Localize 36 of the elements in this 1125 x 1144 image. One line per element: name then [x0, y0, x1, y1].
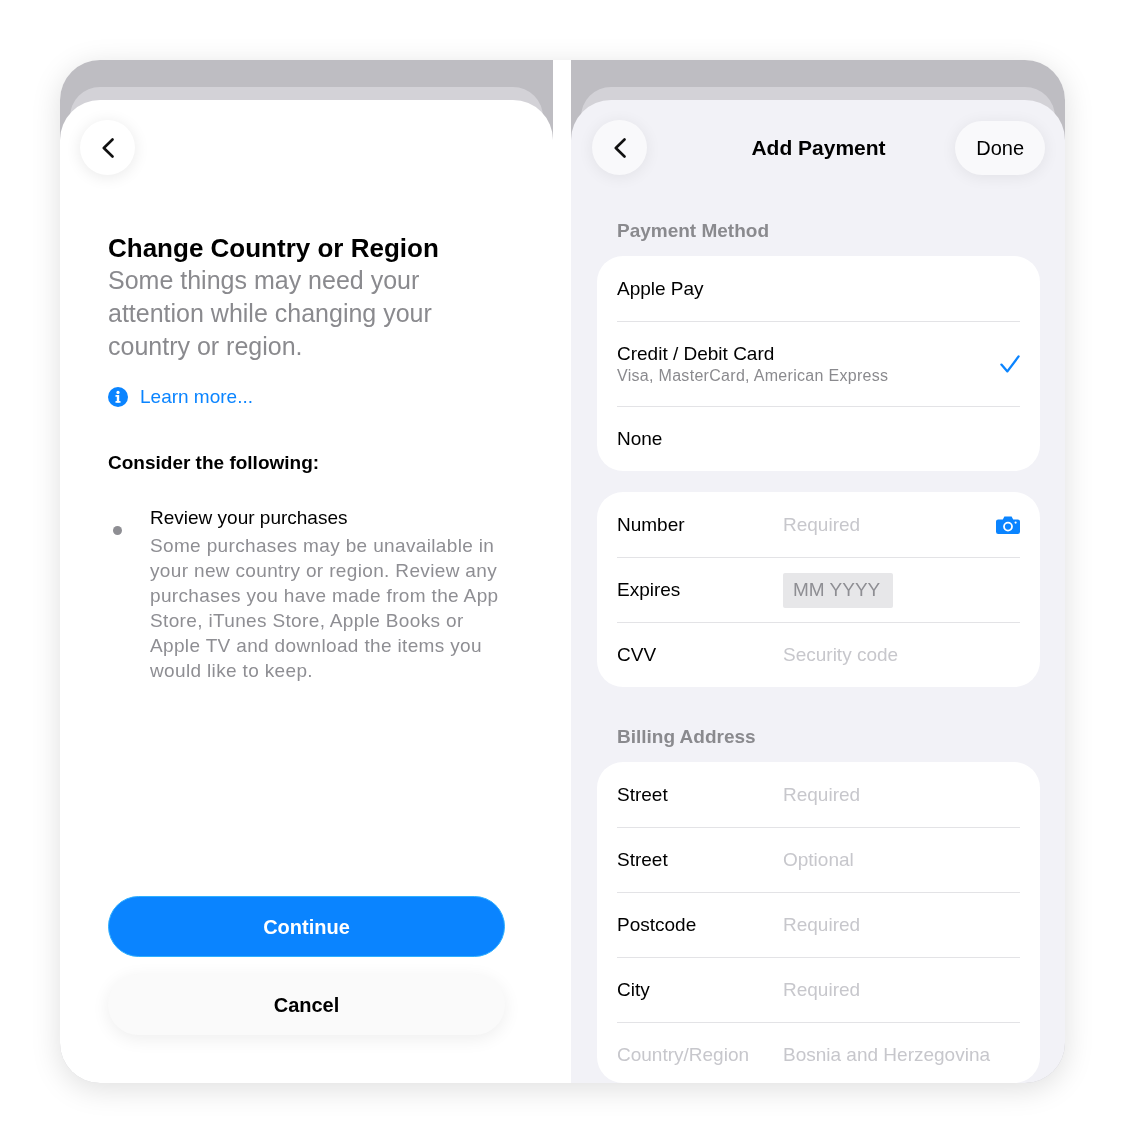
input-field[interactable]: Required	[783, 977, 1020, 1003]
chevron-left-icon	[101, 137, 114, 158]
input-field[interactable]: Optional	[783, 847, 1020, 873]
input-field[interactable]: Required	[783, 781, 1020, 808]
dialog-title: Change Country or Region	[108, 232, 440, 264]
field-label: Street	[617, 848, 669, 872]
input-field[interactable]: Required	[783, 912, 1020, 938]
date-field[interactable]: MM YYYY	[783, 572, 893, 608]
field-label: City	[617, 978, 651, 1002]
done-button[interactable]: Done	[955, 120, 1045, 175]
cancel-button[interactable]: Cancel	[108, 974, 505, 1035]
dialog-subtitle: Some things may need your attention while changing your country or region.	[108, 265, 433, 362]
input-field[interactable]: Security code	[783, 642, 1020, 668]
section-heading: Payment Method	[616, 219, 771, 243]
input-field[interactable]: Required	[783, 511, 996, 538]
screen-title: Add Payment	[751, 134, 886, 161]
checkmark-icon	[1000, 355, 1020, 373]
continue-button[interactable]: Continue	[108, 896, 505, 957]
chevron-left-icon	[613, 137, 626, 158]
field-label: Postcode	[617, 913, 698, 937]
item-title: Review your purchases	[150, 506, 349, 530]
section-heading: Billing Address	[616, 725, 757, 749]
field-label: Country/Region	[617, 1043, 751, 1067]
item-description: Some purchases may be unavailable in your new country or region. Review any purchases you have made from the App Store, iTunes Store, Apple Books or Apple TV and download the items you would like to keep.	[150, 534, 500, 683]
field-label: Expires	[617, 578, 682, 602]
field-label: Street	[617, 782, 669, 807]
learn-more-link[interactable]: Learn more...	[108, 385, 253, 409]
payment-option[interactable]: Credit / Debit Card Visa, MasterCard, American Express	[617, 321, 1020, 406]
camera-icon[interactable]	[996, 515, 1020, 534]
info-icon	[108, 387, 128, 407]
field-label: Number	[617, 512, 686, 537]
section-heading: Consider the following:	[108, 451, 321, 475]
field-label: CVV	[617, 643, 658, 667]
payment-option[interactable]: Apple Pay	[617, 256, 1020, 321]
bullet-icon	[113, 526, 122, 535]
payment-option[interactable]: None	[617, 406, 1020, 471]
